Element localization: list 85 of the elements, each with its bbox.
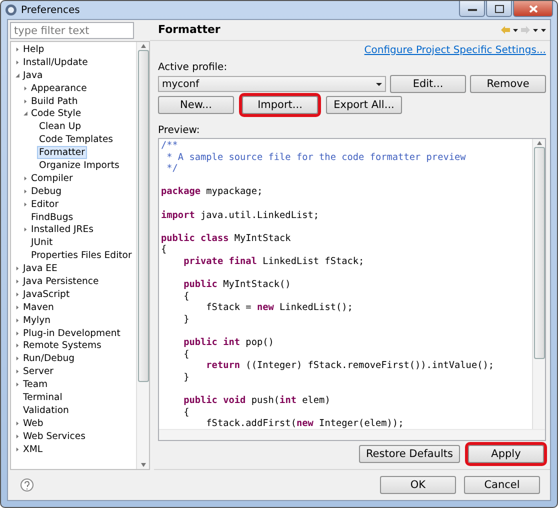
- tree-item[interactable]: Organize Imports: [37, 160, 122, 171]
- preview-label: Preview:: [158, 125, 201, 136]
- close-icon: [528, 4, 538, 12]
- tree-item[interactable]: Server: [21, 366, 56, 378]
- tree-item[interactable]: Code Templates: [37, 134, 116, 146]
- maximize-icon: [494, 4, 504, 12]
- tree-item[interactable]: XML: [21, 444, 45, 455]
- scrollbar[interactable]: [136, 42, 149, 469]
- button[interactable]: Restore Defaults: [358, 445, 460, 463]
- minimize-button[interactable]: [459, 1, 485, 17]
- tree-item[interactable]: Install/Update: [21, 56, 90, 68]
- button[interactable]: Apply: [468, 445, 544, 463]
- code-line: public MyIntStack(): [182, 279, 292, 291]
- close-button[interactable]: [513, 1, 553, 17]
- scroll-down-icon[interactable]: [140, 461, 146, 469]
- scroll-up-icon[interactable]: [140, 42, 146, 50]
- code-line: private final LinkedList fStack;: [182, 256, 366, 268]
- tree-item[interactable]: Mylyn: [21, 314, 53, 326]
- tree-item[interactable]: Remote Systems: [21, 340, 104, 352]
- settings-link[interactable]: Configure Project Specific Settings...: [364, 45, 546, 56]
- collapse-arrow-icon[interactable]: [22, 109, 29, 118]
- button[interactable]: Remove: [470, 75, 546, 93]
- code-line: {: [182, 290, 190, 302]
- maximize-button[interactable]: [486, 1, 512, 17]
- scrollbar-thumb[interactable]: [534, 147, 544, 359]
- tree-item[interactable]: Plug-in Development: [21, 328, 122, 339]
- button[interactable]: Export All...: [326, 96, 402, 114]
- code-line: */: [166, 163, 179, 175]
- collapse-arrow-icon[interactable]: [14, 70, 21, 80]
- code-line: fStack = new LinkedList();: [205, 302, 354, 314]
- tree-item[interactable]: FindBugs: [29, 212, 76, 223]
- scrollbar[interactable]: [532, 139, 545, 429]
- button[interactable]: Edit...: [390, 75, 466, 93]
- tree-item[interactable]: Terminal: [21, 392, 64, 403]
- button[interactable]: Import...: [242, 96, 318, 114]
- code-line: package mypackage;: [161, 186, 264, 198]
- horizontal-scrollbar[interactable]: [159, 429, 545, 440]
- tree-item[interactable]: Code Style: [29, 108, 84, 120]
- code-line: * A sample source file for the code formatter preview: [166, 152, 467, 164]
- code-line: }: [182, 372, 190, 384]
- tree-item[interactable]: Debug: [29, 186, 64, 197]
- code-line: fStack.addFirst(new Integer(elem));: [205, 418, 405, 429]
- tree-item[interactable]: Formatter: [37, 146, 87, 160]
- code-line: {: [182, 406, 190, 418]
- tree-item[interactable]: Installed JREs: [29, 224, 96, 236]
- code-line: public int pop(): [182, 337, 275, 349]
- scrollbar-thumb[interactable]: [138, 50, 148, 382]
- tree-item[interactable]: Java Persistence: [21, 276, 101, 287]
- tree-item[interactable]: Clean Up: [37, 121, 84, 132]
- page-title: Formatter: [158, 23, 220, 36]
- scroll-up-icon[interactable]: [536, 139, 542, 147]
- filter-field[interactable]: type filter text: [10, 22, 134, 39]
- tree-item[interactable]: JavaScript: [21, 288, 72, 300]
- tree-item[interactable]: Web Services: [21, 430, 88, 442]
- code-line: return ((Integer) fStack.removeFirst()).intValue();: [205, 360, 496, 372]
- help-icon[interactable]: [20, 478, 34, 492]
- tree-item[interactable]: JUnit: [29, 237, 55, 248]
- tree-item[interactable]: Maven: [21, 302, 56, 313]
- tree-item[interactable]: Validation: [21, 404, 71, 416]
- code-line: }: [182, 314, 190, 326]
- code-line: import java.util.LinkedList;: [161, 210, 320, 222]
- tree-item[interactable]: Appearance: [29, 82, 89, 94]
- code-line: public void push(int elem): [182, 395, 332, 407]
- profile-label: Active profile:: [158, 62, 228, 73]
- tree-item[interactable]: Help: [21, 44, 46, 55]
- button[interactable]: New...: [158, 96, 234, 114]
- tree-item[interactable]: Build Path: [29, 96, 80, 106]
- tree-item[interactable]: Java EE: [21, 263, 60, 274]
- tree-item[interactable]: Properties Files Editor: [29, 250, 134, 262]
- code-line: public class MyIntStack: [161, 232, 292, 244]
- code-line: /**: [161, 140, 179, 152]
- tree-item[interactable]: Run/Debug: [21, 353, 77, 364]
- profile-dropdown[interactable]: myconf: [158, 76, 386, 92]
- code-line: {: [182, 348, 190, 360]
- button[interactable]: Cancel: [464, 476, 540, 494]
- tree-item[interactable]: Compiler: [29, 172, 75, 184]
- button[interactable]: OK: [380, 476, 456, 494]
- tree-item[interactable]: Web: [21, 418, 46, 429]
- tree-item[interactable]: Team: [21, 379, 50, 390]
- dropdown-icon[interactable]: [376, 82, 382, 86]
- tree-item[interactable]: Java: [21, 70, 45, 81]
- window-title: Preferences: [21, 4, 80, 16]
- code-line: {: [161, 244, 168, 256]
- tree-item[interactable]: Editor: [29, 198, 61, 210]
- app-icon: [5, 4, 17, 16]
